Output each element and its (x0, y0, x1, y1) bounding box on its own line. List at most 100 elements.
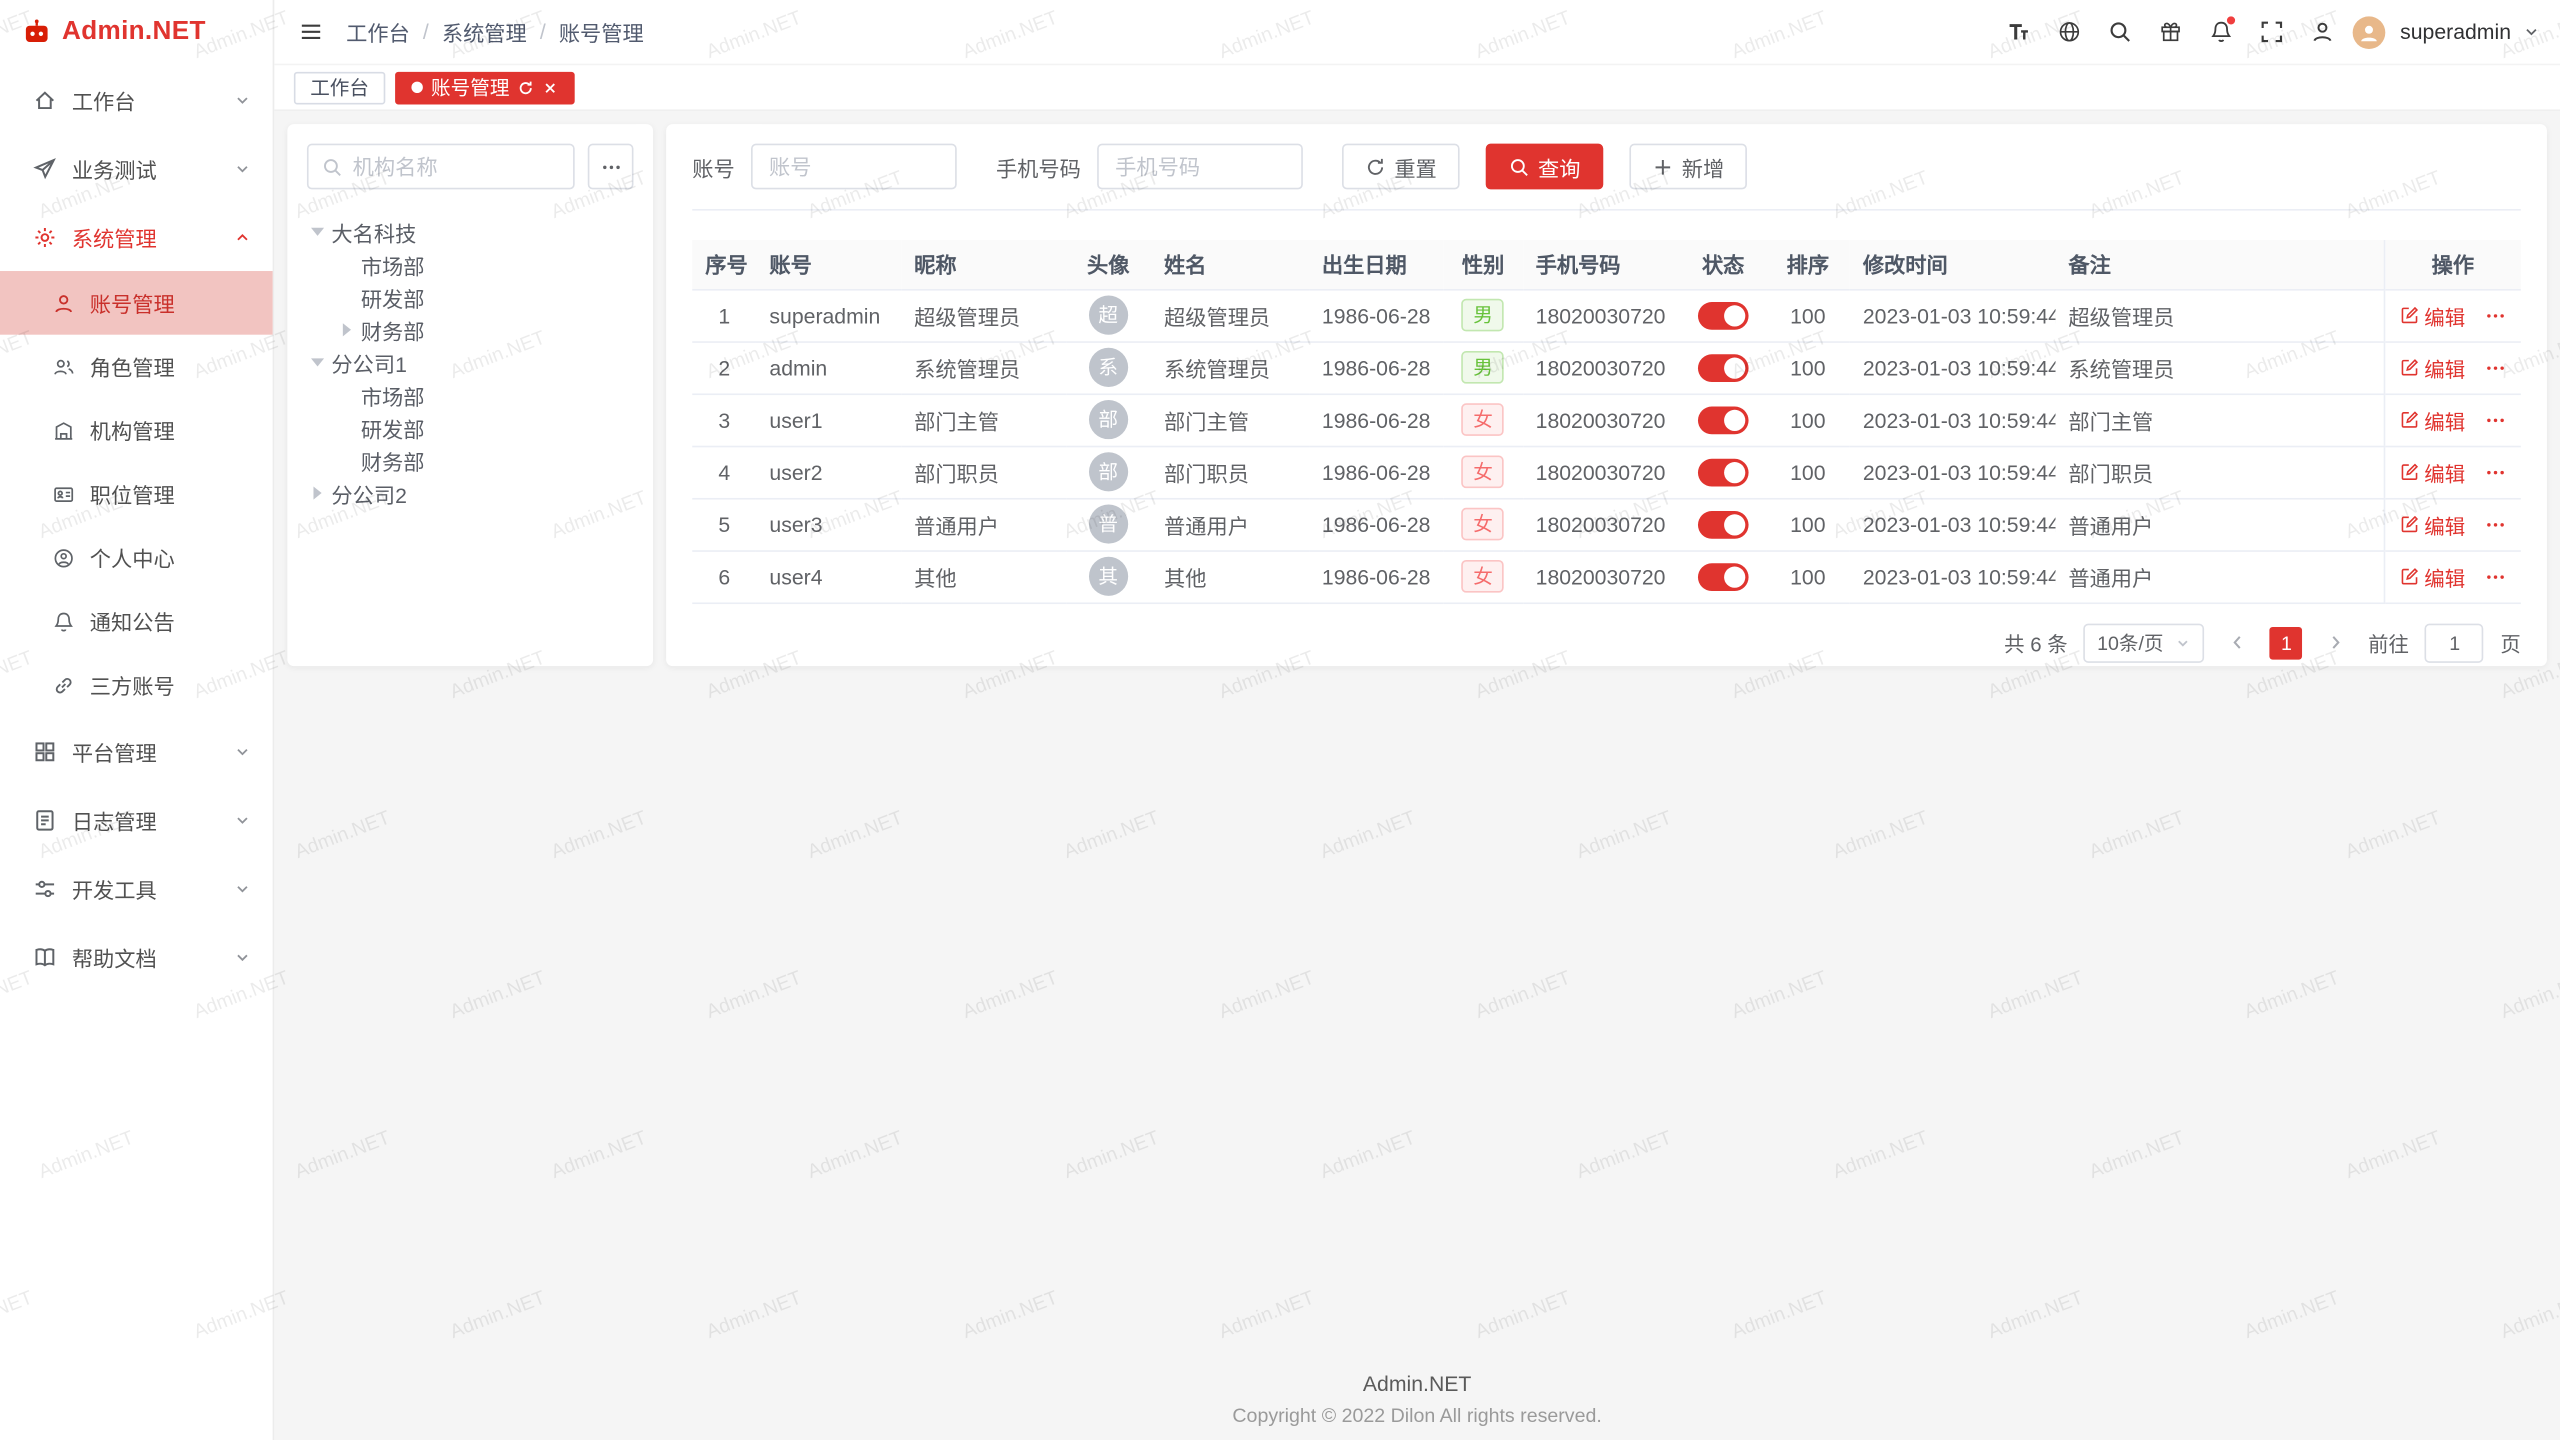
table-row: 1superadmin超级管理员超超级管理员1986-06-28男1802003… (692, 289, 2521, 341)
status-toggle[interactable] (1698, 354, 1749, 382)
reset-button[interactable]: 重置 (1342, 144, 1460, 190)
sidebar: Admin.NET 工作台 业务测试 系统管理 账号管理 (0, 0, 274, 1440)
page-number-button[interactable]: 1 (2270, 626, 2303, 659)
phone-input[interactable] (1097, 144, 1303, 190)
edit-button[interactable]: 编辑 (2400, 300, 2465, 331)
logo-icon (21, 17, 52, 48)
edit-button[interactable]: 编辑 (2400, 561, 2465, 592)
cell-nickname: 部门主管 (901, 393, 1065, 445)
status-toggle[interactable] (1698, 563, 1749, 591)
notifications-button[interactable] (2201, 12, 2240, 51)
tree-node[interactable]: 财务部 (307, 444, 634, 477)
sidebar-item-platform-mgmt[interactable]: 平台管理 (0, 717, 273, 786)
more-actions-button[interactable] (2485, 357, 2506, 378)
sidebar-item-org-mgmt[interactable]: 机构管理 (0, 398, 273, 462)
more-actions-button[interactable] (2485, 304, 2506, 325)
status-toggle[interactable] (1698, 458, 1749, 486)
chevron-down-icon[interactable] (2522, 23, 2540, 41)
language-button[interactable] (2049, 12, 2088, 51)
tree-node[interactable]: 市场部 (307, 379, 634, 412)
page-size-select[interactable]: 10条/页 (2084, 623, 2205, 662)
more-dots-icon (2485, 513, 2506, 534)
more-actions-button[interactable] (2485, 461, 2506, 482)
edit-button[interactable]: 编辑 (2400, 404, 2465, 435)
tab-workbench[interactable]: 工作台 (294, 71, 385, 104)
cell-avatar: 系 (1065, 341, 1150, 393)
edit-icon (2400, 358, 2420, 378)
cell-name: 系统管理员 (1151, 341, 1309, 393)
logo[interactable]: Admin.NET (0, 0, 273, 65)
tree-node[interactable]: 研发部 (307, 281, 634, 314)
sidebar-item-position-mgmt[interactable]: 职位管理 (0, 462, 273, 526)
tree-node[interactable]: 分公司2 (307, 477, 634, 510)
cell-birthdate: 1986-06-28 (1309, 550, 1444, 602)
collapse-menu-button[interactable] (291, 12, 330, 51)
sidebar-item-dev-tools[interactable]: 开发工具 (0, 854, 273, 923)
tree-node[interactable]: 市场部 (307, 248, 634, 281)
edit-button[interactable]: 编辑 (2400, 352, 2465, 383)
search-button[interactable] (2100, 12, 2139, 51)
tree-node-label: 市场部 (361, 249, 425, 280)
next-page-button[interactable] (2319, 624, 2352, 660)
sidebar-item-role-mgmt[interactable]: 角色管理 (0, 335, 273, 399)
edit-button[interactable]: 编辑 (2400, 456, 2465, 487)
tab-account-mgmt[interactable]: 账号管理 (395, 71, 575, 104)
avatar[interactable] (2353, 16, 2386, 49)
theme-button[interactable] (2150, 12, 2189, 51)
breadcrumb-item[interactable]: 系统管理 (442, 16, 527, 47)
org-search-input[interactable] (353, 154, 560, 178)
more-actions-button[interactable] (2485, 566, 2506, 587)
edit-button[interactable]: 编辑 (2400, 509, 2465, 540)
account-input[interactable] (751, 144, 957, 190)
tree-node[interactable]: 大名科技 (307, 216, 634, 249)
refresh-icon (1365, 156, 1386, 177)
tree-node[interactable]: 研发部 (307, 411, 634, 444)
column-header: 备注 (2055, 240, 2384, 289)
tree-node[interactable]: 分公司1 (307, 346, 634, 379)
tree-node[interactable]: 财务部 (307, 313, 634, 346)
caret-expanded-icon[interactable] (311, 358, 324, 366)
sidebar-item-log-mgmt[interactable]: 日志管理 (0, 785, 273, 854)
breadcrumb-item[interactable]: 工作台 (346, 16, 410, 47)
toggle-knob (1724, 566, 1745, 587)
prev-page-button[interactable] (2221, 624, 2254, 660)
goto-label: 前往 (2368, 627, 2409, 658)
status-toggle[interactable] (1698, 510, 1749, 538)
status-toggle[interactable] (1698, 406, 1749, 434)
fullscreen-button[interactable] (2252, 12, 2291, 51)
more-actions-button[interactable] (2485, 513, 2506, 534)
sidebar-item-third-party-account[interactable]: 三方账号 (0, 653, 273, 717)
sidebar-item-account-mgmt[interactable]: 账号管理 (0, 271, 273, 335)
avatar: 部 (1089, 400, 1128, 439)
tree-more-button[interactable] (588, 144, 634, 190)
search-button[interactable]: 查询 (1486, 144, 1604, 190)
footer-copyright: Copyright © 2022 Dilon All rights reserv… (274, 1404, 2560, 1427)
org-search-box (307, 144, 575, 190)
caret-collapsed-icon[interactable] (313, 487, 321, 500)
sidebar-item-workbench[interactable]: 工作台 (0, 65, 273, 134)
status-toggle[interactable] (1698, 301, 1749, 329)
caret-collapsed-icon[interactable] (343, 323, 351, 336)
goto-page-input[interactable] (2425, 623, 2484, 662)
tab-refresh-icon[interactable] (518, 79, 534, 95)
sidebar-item-personal-center[interactable]: 个人中心 (0, 526, 273, 590)
cell-account: user4 (756, 550, 901, 602)
username[interactable]: superadmin (2400, 20, 2511, 44)
add-button[interactable]: 新增 (1629, 144, 1747, 190)
cell-phone: 18020030720 (1523, 341, 1681, 393)
user-settings-button[interactable] (2302, 12, 2341, 51)
sidebar-item-business-test[interactable]: 业务测试 (0, 134, 273, 203)
tab-close-icon[interactable] (542, 79, 558, 95)
toggle-knob (1724, 461, 1745, 482)
breadcrumb-separator: / (540, 20, 546, 44)
sidebar-item-help-docs[interactable]: 帮助文档 (0, 922, 273, 991)
users-icon (52, 355, 75, 378)
sidebar-item-system[interactable]: 系统管理 (0, 202, 273, 271)
breadcrumb-item[interactable]: 账号管理 (559, 16, 644, 47)
caret-expanded-icon[interactable] (311, 228, 324, 236)
more-actions-button[interactable] (2485, 409, 2506, 430)
cell-avatar: 其 (1065, 550, 1150, 602)
font-size-button[interactable] (1998, 12, 2037, 51)
sidebar-item-notice[interactable]: 通知公告 (0, 589, 273, 653)
sidebar-item-label: 账号管理 (90, 287, 175, 318)
